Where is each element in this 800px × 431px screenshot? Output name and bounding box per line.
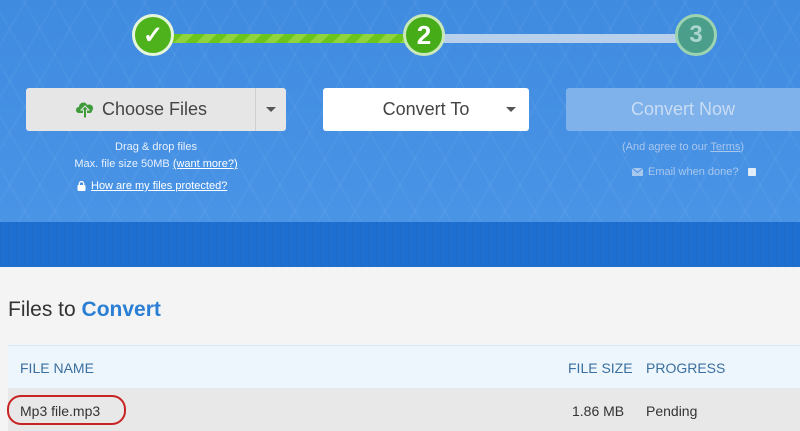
step-3-indicator: 3 bbox=[675, 14, 717, 56]
column-header-progress: PROGRESS bbox=[646, 360, 726, 376]
choose-files-dropdown-toggle[interactable] bbox=[256, 88, 286, 131]
want-more-link[interactable]: (want more?) bbox=[173, 158, 238, 170]
terms-link[interactable]: Terms bbox=[710, 141, 740, 153]
files-section-title: Files to Convert bbox=[8, 298, 161, 322]
convert-to-dropdown[interactable]: Convert To bbox=[323, 88, 529, 131]
progress-track-completed bbox=[160, 34, 410, 43]
hero-bottom-band bbox=[0, 222, 800, 267]
choose-files-button[interactable]: Choose Files bbox=[26, 88, 255, 131]
progress-track-remaining bbox=[440, 34, 690, 43]
step-1-indicator: ✓ bbox=[132, 14, 174, 56]
column-header-file-size: FILE SIZE bbox=[568, 360, 633, 376]
envelope-icon bbox=[632, 168, 643, 176]
files-protected-row: How are my files protected? bbox=[77, 180, 227, 192]
convert-now-button[interactable]: Convert Now bbox=[566, 88, 800, 131]
email-when-done-checkbox[interactable] bbox=[747, 168, 756, 176]
email-when-done-label: Email when done? bbox=[648, 166, 739, 178]
files-protected-link[interactable]: How are my files protected? bbox=[91, 180, 227, 192]
column-header-file-name: FILE NAME bbox=[20, 360, 94, 376]
agree-prefix: (And agree to our bbox=[621, 141, 711, 153]
annotation-highlight-ellipse bbox=[7, 395, 126, 425]
terms-agreement: (And agree to our Terms) bbox=[566, 141, 800, 153]
files-title-accent: Convert bbox=[81, 298, 161, 321]
convert-to-label: Convert To bbox=[382, 99, 470, 119]
drag-drop-hint: Drag & drop files bbox=[115, 141, 197, 153]
cloud-upload-icon bbox=[75, 102, 94, 118]
agree-suffix: ) bbox=[740, 141, 745, 153]
file-size-cell: 1.86 MB bbox=[572, 403, 625, 419]
choose-files-button-group: Choose Files bbox=[26, 88, 286, 131]
hero-banner: ✓ 2 3 Choose Files Convert To Convert No… bbox=[0, 0, 800, 222]
choose-files-label: Choose Files bbox=[101, 99, 208, 119]
max-size-text: Max. file size 50MB bbox=[74, 158, 173, 170]
max-size-note: Max. file size 50MB (want more?) bbox=[0, 158, 312, 170]
table-row[interactable]: Mp3 file.mp3 1.86 MB Pending bbox=[8, 388, 800, 431]
files-title-text: Files to bbox=[8, 298, 82, 321]
convert-now-label: Convert Now bbox=[630, 99, 736, 119]
step-2-indicator: 2 bbox=[403, 14, 445, 56]
chevron-down-icon bbox=[506, 107, 516, 112]
chevron-down-icon bbox=[266, 107, 276, 112]
email-when-done-row: Email when done? bbox=[632, 166, 756, 178]
lock-icon bbox=[77, 181, 86, 191]
files-table-header: FILE NAME FILE SIZE PROGRESS bbox=[8, 345, 800, 388]
progress-cell: Pending bbox=[646, 403, 698, 419]
